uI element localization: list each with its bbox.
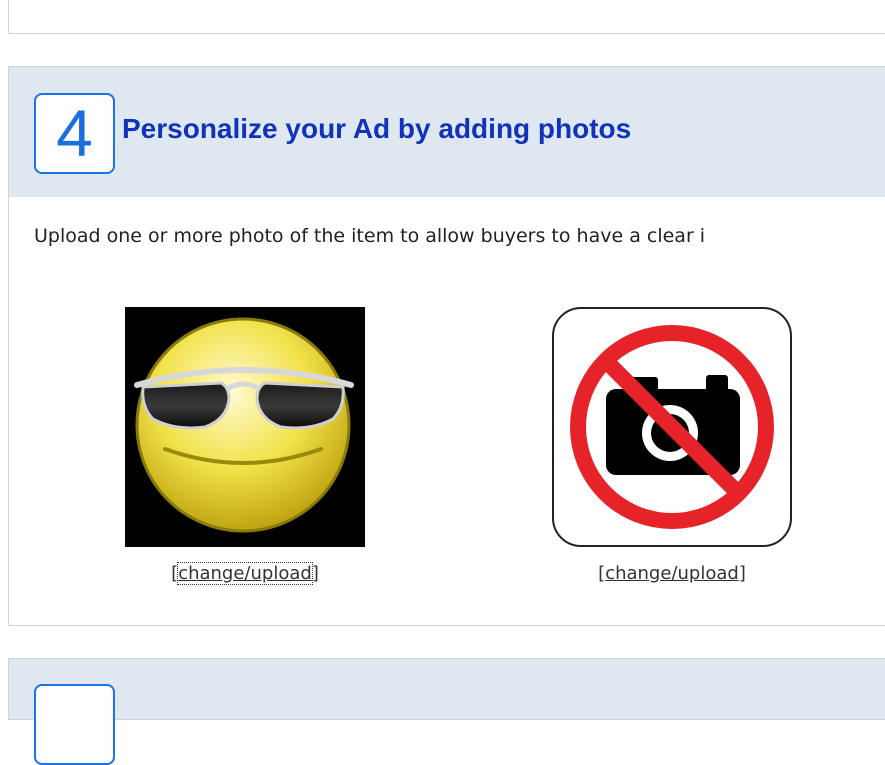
photo-section: 4 Personalize your Ad by adding photos U… [8, 66, 885, 626]
next-step-badge [34, 684, 115, 765]
photo-thumbnail-1[interactable] [125, 307, 365, 547]
change-upload-link-2[interactable]: [change/upload] [532, 563, 812, 584]
previous-section-panel [8, 0, 885, 34]
next-section-header [8, 658, 885, 765]
section-title: Personalize your Ad by adding photos [122, 113, 632, 144]
step-number-badge: 4 [34, 93, 115, 174]
no-camera-icon [552, 307, 792, 547]
change-upload-link-1[interactable]: [change/upload] [105, 562, 385, 585]
section-description: Upload one or more photo of the item to … [34, 225, 706, 247]
section-header: 4 Personalize your Ad by adding photos [9, 67, 885, 197]
photo-thumbnail-2[interactable] [552, 307, 792, 547]
sunglasses-smiley-icon [134, 317, 354, 533]
